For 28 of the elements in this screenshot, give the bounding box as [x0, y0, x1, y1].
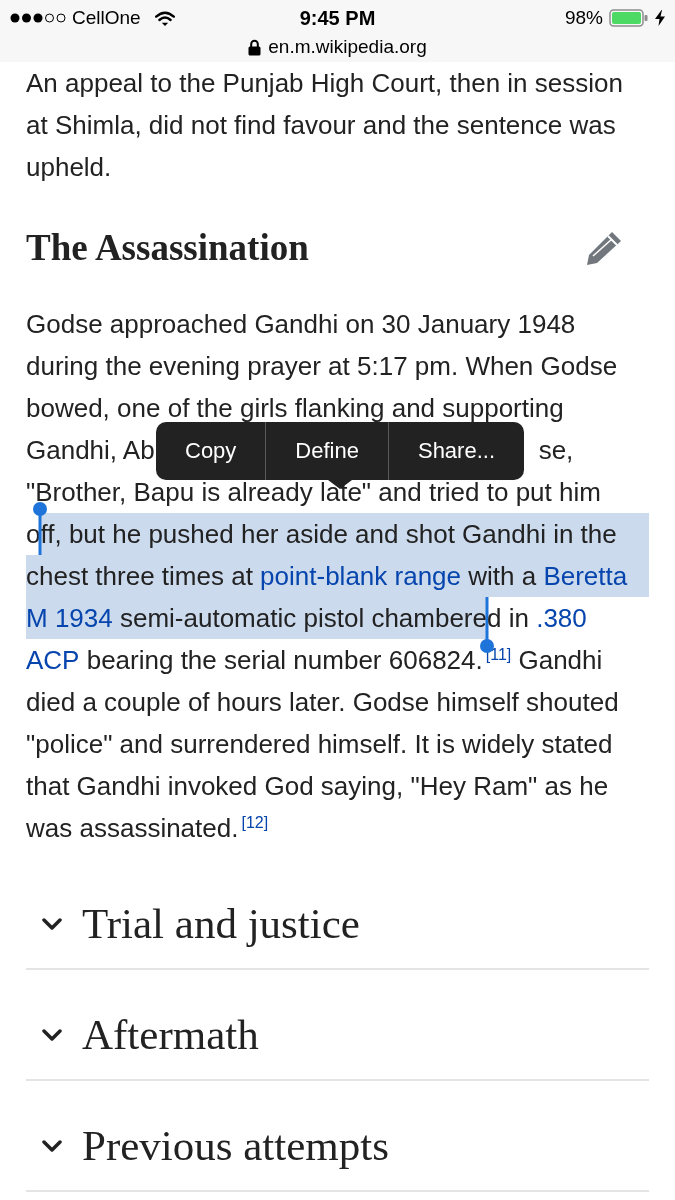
paragraph-fragment: se,: [538, 434, 574, 467]
url-text[interactable]: en.m.wikipedia.org: [268, 36, 427, 58]
menu-item[interactable]: Share...: [387, 422, 524, 480]
selected-text: chest three times at: [26, 555, 261, 597]
section-heading: The Assassination: [26, 226, 309, 270]
section-toggle[interactable]: Trial and justice: [26, 859, 649, 970]
footnote-link[interactable]: [12]: [241, 814, 269, 832]
carrier-name: CellOne: [72, 7, 141, 29]
wifi-icon: [154, 10, 175, 26]
article-link[interactable]: point-blank range: [260, 555, 462, 597]
menu-item[interactable]: Copy: [156, 422, 266, 480]
paragraph: An appeal to the Punjab High Court, then in session at Shimla, did not find favour and the sentence was upheld.: [26, 67, 624, 184]
article-link[interactable]: M 1934: [26, 597, 113, 639]
section-toggle[interactable]: Previous attempts: [26, 1081, 649, 1192]
chevron-icon: [42, 1140, 62, 1152]
battery-percentage: 98%: [564, 7, 603, 29]
section-toggle[interactable]: Aftermath: [26, 970, 649, 1081]
selected-text: with a: [461, 555, 544, 597]
article-link[interactable]: Beretta: [543, 555, 628, 597]
clock-time: 9:45 PM: [299, 6, 376, 30]
battery-icon: [609, 9, 649, 27]
signal-strength-icon: [10, 13, 66, 23]
pencil-icon[interactable]: [585, 231, 622, 265]
chevron-icon: [42, 1029, 62, 1041]
chevron-icon: [42, 918, 62, 930]
article-link[interactable]: .380: [536, 597, 587, 639]
paragraph-fragment: Gandhi, Ab: [26, 434, 155, 467]
article-link[interactable]: ACP: [26, 639, 80, 681]
